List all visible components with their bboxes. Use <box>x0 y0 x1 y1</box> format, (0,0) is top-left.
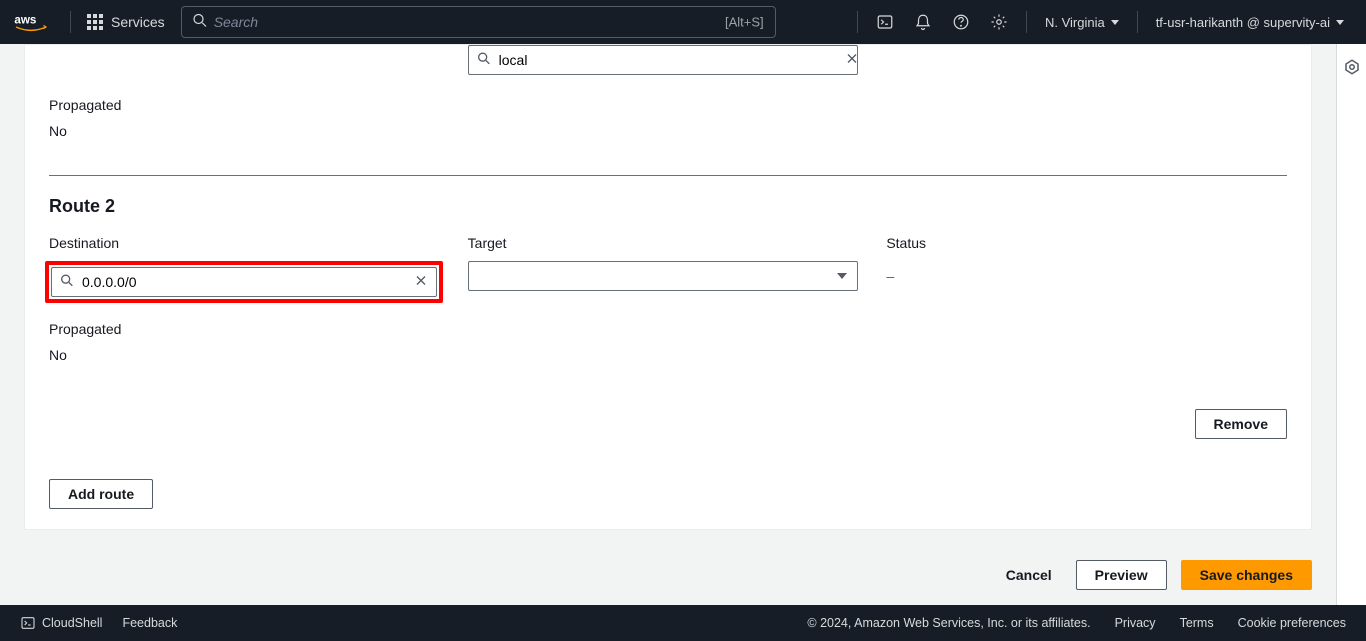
route2-propagated-value: No <box>49 347 1287 363</box>
add-route-button[interactable]: Add route <box>49 479 153 509</box>
help-panel-toggle[interactable] <box>1336 44 1366 605</box>
search-icon <box>476 51 492 70</box>
cloudshell-icon[interactable] <box>866 7 904 37</box>
search-input[interactable] <box>181 6 776 38</box>
region-label: N. Virginia <box>1045 15 1105 30</box>
aws-top-nav: aws Services [Alt+S] N. Virginia <box>0 0 1366 44</box>
aws-logo[interactable]: aws <box>12 12 62 32</box>
settings-icon[interactable] <box>980 7 1018 37</box>
chevron-down-icon <box>837 273 847 279</box>
feedback-link[interactable]: Feedback <box>122 616 177 630</box>
route-divider <box>49 175 1287 176</box>
route2-status-value: – <box>886 261 1287 291</box>
route2-destination-highlight <box>45 261 443 303</box>
route1-propagated-value: No <box>49 123 1287 139</box>
global-search: [Alt+S] <box>181 6 776 38</box>
page-body: Propagated No Route 2 Destination <box>0 44 1366 605</box>
cancel-button[interactable]: Cancel <box>996 561 1062 589</box>
privacy-link[interactable]: Privacy <box>1115 616 1156 630</box>
route2-propagated-label: Propagated <box>49 321 1287 337</box>
region-selector[interactable]: N. Virginia <box>1035 9 1129 36</box>
route1-target-field <box>468 45 869 75</box>
route2-destination-field <box>51 267 437 297</box>
caret-down-icon <box>1111 20 1119 25</box>
clear-icon[interactable] <box>844 51 860 70</box>
route2-destination-input[interactable] <box>51 267 437 297</box>
main-scroll[interactable]: Propagated No Route 2 Destination <box>0 44 1336 605</box>
route2-status-label: Status <box>886 235 1287 251</box>
clear-icon[interactable] <box>413 273 429 292</box>
divider <box>70 11 71 33</box>
services-menu-button[interactable]: Services <box>79 8 173 36</box>
caret-down-icon <box>1336 20 1344 25</box>
cloudshell-link[interactable]: CloudShell <box>20 615 102 631</box>
help-icon[interactable] <box>942 7 980 37</box>
route2-destination-label: Destination <box>49 235 450 251</box>
route1-target-input[interactable] <box>468 45 858 75</box>
preview-button[interactable]: Preview <box>1076 560 1167 590</box>
divider <box>1137 11 1138 33</box>
route2-heading: Route 2 <box>49 196 1287 217</box>
remove-route-button[interactable]: Remove <box>1195 409 1287 439</box>
services-label: Services <box>111 14 165 30</box>
copyright-text: © 2024, Amazon Web Services, Inc. or its… <box>807 616 1090 630</box>
cloudshell-label: CloudShell <box>42 616 102 630</box>
terms-link[interactable]: Terms <box>1180 616 1214 630</box>
divider <box>857 11 858 33</box>
divider <box>1026 11 1027 33</box>
search-icon <box>191 12 209 33</box>
grid-icon <box>87 14 103 30</box>
save-changes-button[interactable]: Save changes <box>1181 560 1312 590</box>
route2-target-label: Target <box>468 235 869 251</box>
notifications-icon[interactable] <box>904 7 942 37</box>
form-actions: Cancel Preview Save changes <box>0 546 1336 605</box>
user-label: tf-usr-harikanth @ supervity-ai <box>1156 15 1330 30</box>
routes-panel: Propagated No Route 2 Destination <box>24 44 1312 530</box>
route2-target-select[interactable] <box>468 261 858 291</box>
aws-footer: CloudShell Feedback © 2024, Amazon Web S… <box>0 605 1366 641</box>
search-icon <box>59 273 75 292</box>
cookie-preferences-link[interactable]: Cookie preferences <box>1238 616 1346 630</box>
route1-propagated-label: Propagated <box>49 97 1287 113</box>
search-shortcut-hint: [Alt+S] <box>725 15 764 30</box>
account-menu[interactable]: tf-usr-harikanth @ supervity-ai <box>1146 9 1354 36</box>
svg-text:aws: aws <box>14 14 36 27</box>
